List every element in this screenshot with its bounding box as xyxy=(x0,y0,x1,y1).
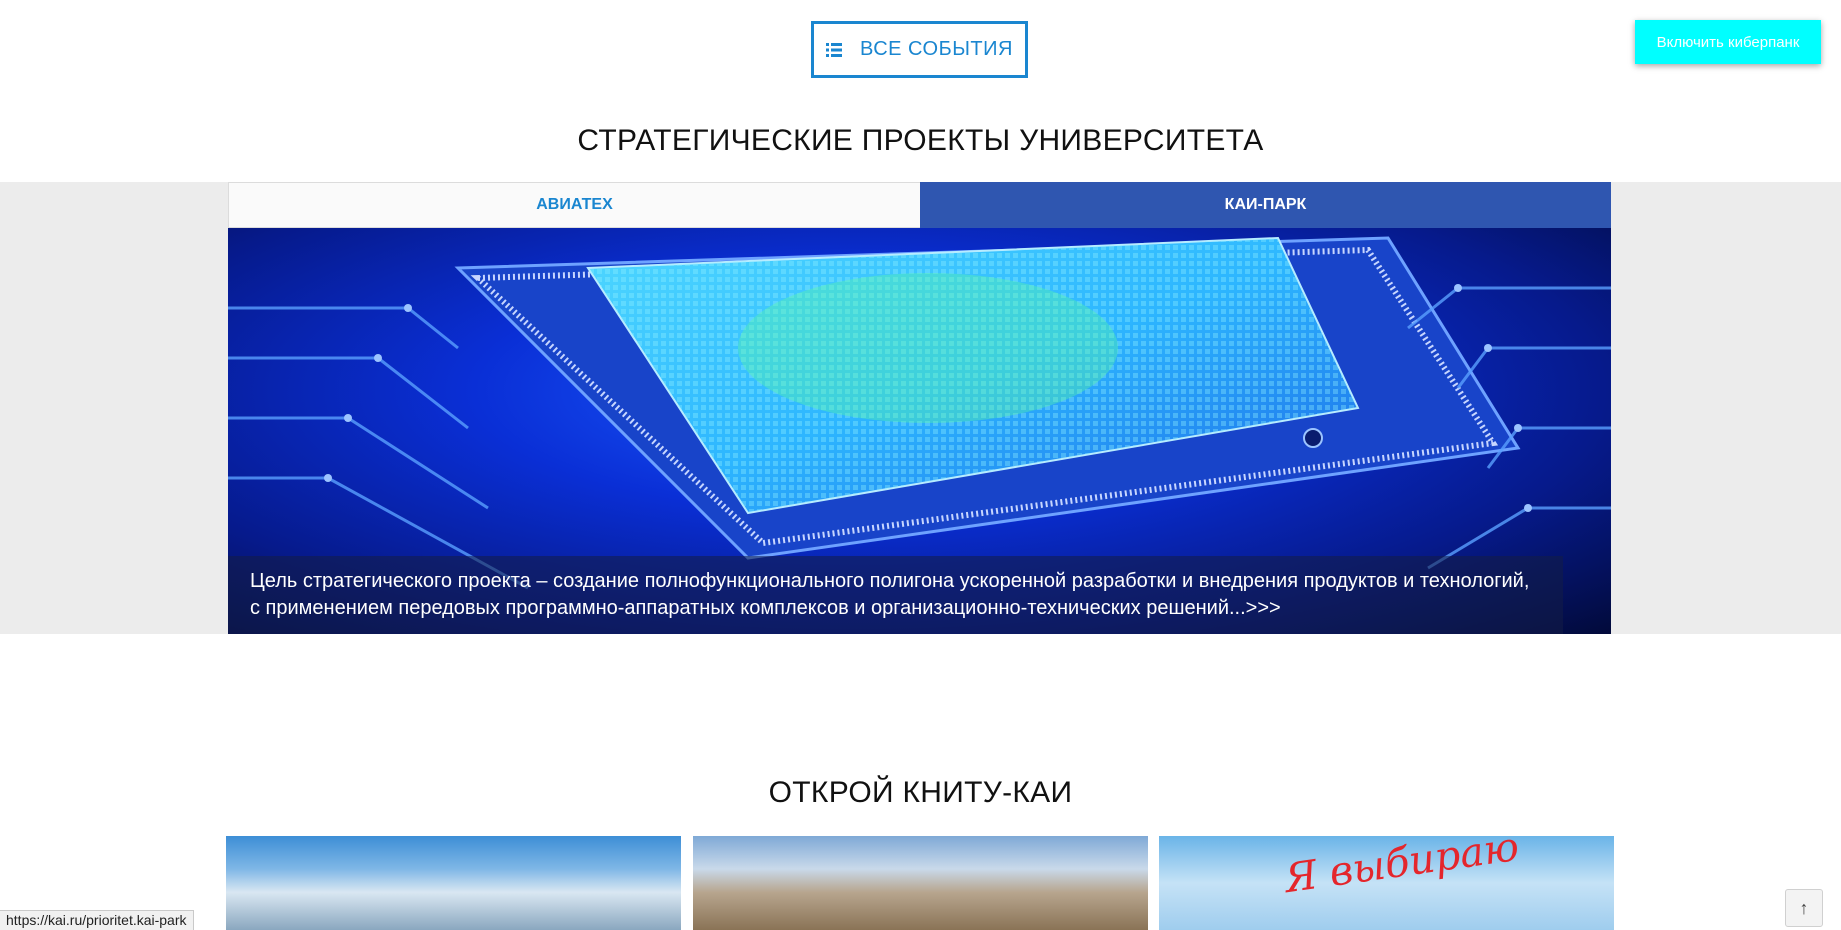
card-campus-buildings-photo[interactable] xyxy=(693,836,1148,930)
list-icon xyxy=(826,42,843,57)
strategic-projects-title: СТРАТЕГИЧЕСКИЕ ПРОЕКТЫ УНИВЕРСИТЕТА xyxy=(577,124,1264,157)
cyberpunk-toggle-button[interactable]: Включить киберпанк xyxy=(1635,20,1821,64)
scroll-to-top-button[interactable]: ↑ xyxy=(1785,889,1823,927)
tab-kai-park[interactable]: КАИ-ПАРК xyxy=(920,182,1611,228)
students-photo-text: Я выбираю xyxy=(1281,836,1522,903)
project-caption: Цель стратегического проекта – создание … xyxy=(228,556,1563,634)
all-events-label: ВСЕ СОБЫТИЯ xyxy=(860,38,1013,60)
project-hero-image[interactable]: Цель стратегического проекта – создание … xyxy=(228,228,1611,634)
tab-aviatech[interactable]: АВИАТЕХ xyxy=(228,182,920,228)
arrow-up-icon: ↑ xyxy=(1799,897,1809,918)
all-events-button[interactable]: ВСЕ СОБЫТИЯ xyxy=(811,21,1028,78)
card-city-aerial-photo[interactable] xyxy=(226,836,681,930)
open-kai-title: ОТКРОЙ КНИТУ-КАИ xyxy=(768,776,1073,809)
status-bar-url: https://kai.ru/prioritet.kai-park xyxy=(0,910,194,930)
project-tabs: АВИАТЕХ КАИ-ПАРК xyxy=(228,182,1611,228)
page: ВСЕ СОБЫТИЯ Включить киберпанк СТРАТЕГИЧ… xyxy=(0,0,1841,930)
card-students-photo[interactable]: Я выбираю xyxy=(1159,836,1614,930)
